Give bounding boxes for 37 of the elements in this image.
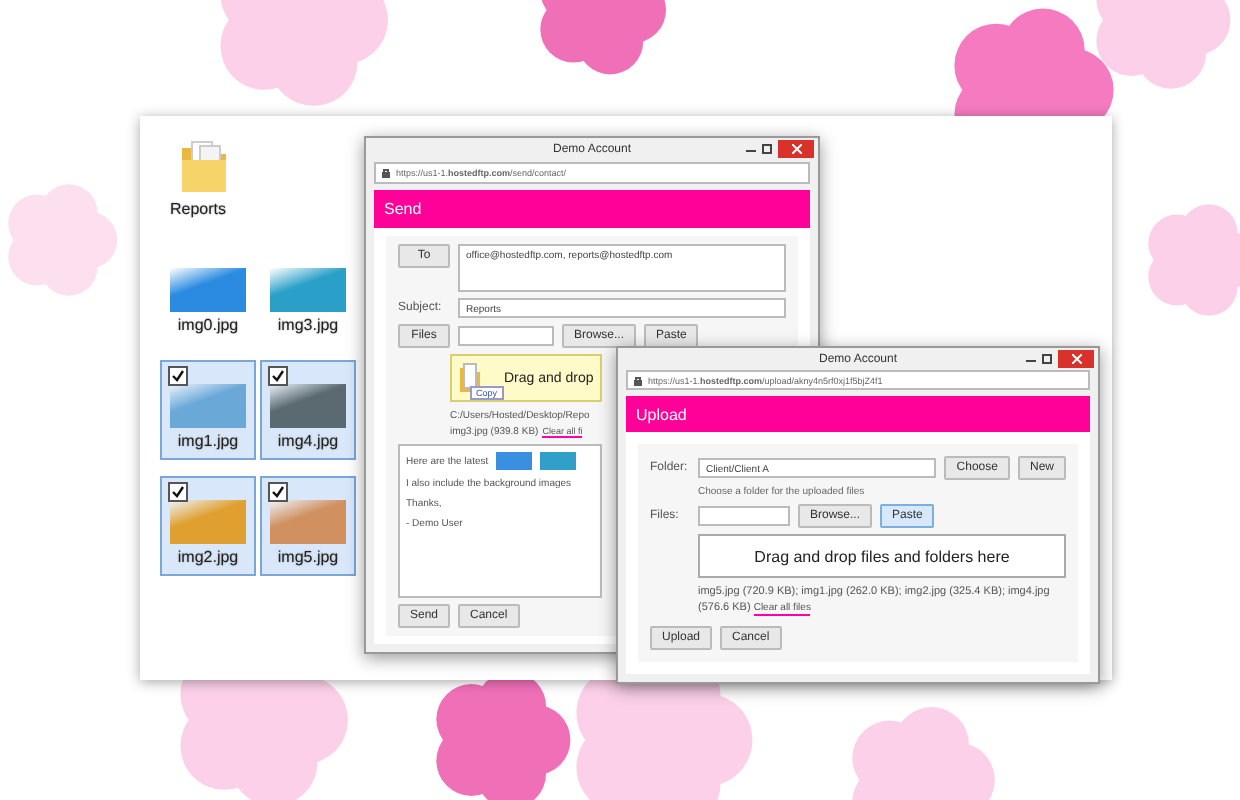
- file-name: img0.jpg: [177, 316, 239, 334]
- checkbox[interactable]: [268, 366, 288, 386]
- maximize-icon[interactable]: [762, 144, 772, 154]
- file-item[interactable]: img4.jpg: [260, 360, 356, 460]
- header-title: Upload: [636, 405, 687, 424]
- file-name: img1.jpg: [177, 432, 239, 450]
- file-name: Reports: [169, 200, 226, 218]
- file-name: img5.jpg: [277, 548, 339, 566]
- file-item[interactable]: img1.jpg: [160, 360, 256, 460]
- checkbox[interactable]: [168, 366, 188, 386]
- lock-icon: [634, 375, 642, 386]
- file-name: img3.jpg: [277, 316, 339, 334]
- file-item[interactable]: img5.jpg: [260, 476, 356, 576]
- photo-placeholder: [496, 452, 533, 470]
- lock-icon: [382, 168, 390, 178]
- file-item[interactable]: img2.jpg: [160, 476, 256, 576]
- header-title: Send: [384, 200, 422, 218]
- file-item[interactable]: img0.jpg: [160, 244, 256, 344]
- file-name: img2.jpg: [177, 548, 239, 566]
- minimize-icon[interactable]: [746, 144, 756, 154]
- file-item[interactable]: img3.jpg: [260, 244, 356, 344]
- checkbox[interactable]: [268, 482, 288, 502]
- close-button[interactable]: [1058, 350, 1094, 368]
- folder-icon: [178, 136, 230, 196]
- drop-text: Drag and drop files and folders here: [754, 547, 1010, 565]
- close-icon: [791, 144, 801, 154]
- close-button[interactable]: [778, 140, 814, 158]
- minimize-icon[interactable]: [1026, 354, 1036, 364]
- file-item[interactable]: Reports: [160, 128, 236, 228]
- maximize-icon[interactable]: [1042, 354, 1052, 364]
- checkbox[interactable]: [168, 482, 188, 502]
- close-icon: [1071, 354, 1081, 364]
- file-input[interactable]: [698, 506, 790, 526]
- photo-placeholder: [540, 452, 577, 470]
- file-name: img4.jpg: [277, 432, 339, 450]
- file-input[interactable]: [458, 326, 554, 346]
- drop-zone[interactable]: Drag and drop files and folders here: [698, 534, 1066, 578]
